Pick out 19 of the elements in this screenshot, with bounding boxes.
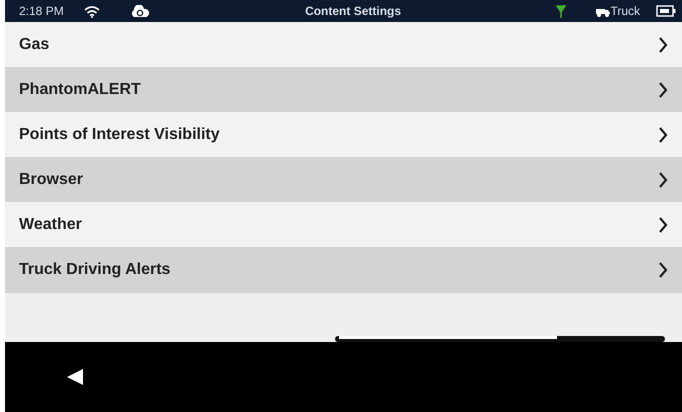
cloud-icon xyxy=(130,4,150,18)
chevron-icon xyxy=(658,82,668,98)
chevron-icon xyxy=(658,216,668,232)
chevron-icon xyxy=(658,172,668,188)
battery-icon xyxy=(656,5,676,17)
settings-item[interactable]: PhantomALERT xyxy=(5,67,682,112)
chevron-icon xyxy=(658,262,668,278)
settings-item[interactable]: Truck Driving Alerts xyxy=(5,247,682,292)
chevron-icon xyxy=(658,36,668,52)
settings-item[interactable]: Gas xyxy=(5,22,682,67)
settings-item[interactable]: Weather xyxy=(5,202,682,247)
clock-text: 2:18 PM xyxy=(19,3,64,20)
profile-text: Truck xyxy=(610,3,640,20)
antenna-icon xyxy=(556,4,566,18)
settings-item[interactable]: Points of Interest Visibility xyxy=(5,112,682,157)
settings-item[interactable]: Browser xyxy=(5,157,682,202)
wifi-icon xyxy=(84,4,100,18)
screen-title: Content Settings xyxy=(304,3,402,20)
chevron-icon xyxy=(658,126,668,142)
